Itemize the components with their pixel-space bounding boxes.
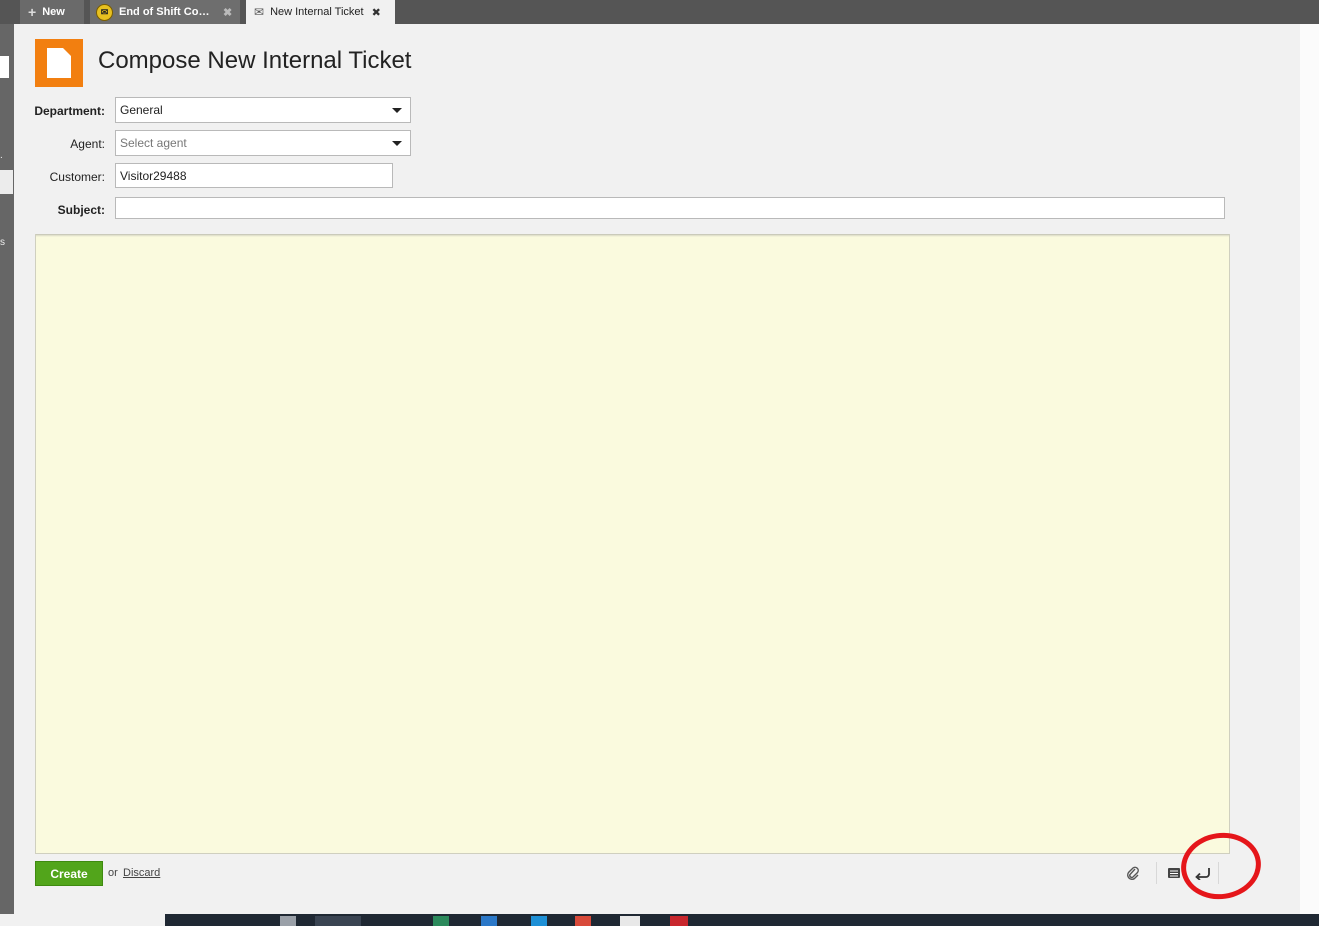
taskbar-icon[interactable] (575, 916, 591, 926)
close-icon[interactable]: ✖ (372, 6, 381, 19)
paperclip-icon[interactable] (1120, 862, 1146, 884)
tab-bar: + New ✉ End of Shift Com… ✖ ✉ New Intern… (0, 0, 1319, 24)
plus-icon: + (28, 4, 37, 20)
taskbar-icon[interactable] (481, 916, 497, 926)
customer-field[interactable]: Visitor29488 (115, 163, 393, 188)
agent-label: Agent: (70, 137, 105, 151)
agent-select[interactable]: Select agent (115, 130, 411, 156)
or-text: or (108, 867, 118, 879)
taskbar-icon[interactable] (280, 916, 296, 926)
create-button[interactable]: Create (35, 861, 103, 886)
tab-new[interactable]: + New (20, 0, 84, 24)
close-icon[interactable]: ✖ (223, 6, 232, 19)
document-icon (35, 39, 83, 87)
right-panel-edge (1300, 24, 1319, 914)
taskbar-icon[interactable] (433, 916, 449, 926)
mail-badge-icon: ✉ (96, 3, 113, 21)
department-value: General (120, 103, 163, 117)
os-taskbar (165, 914, 1319, 926)
toolbar-separator (1156, 862, 1157, 884)
taskbar-icon[interactable] (315, 916, 361, 926)
chevron-down-icon (392, 108, 402, 113)
customer-value: Visitor29488 (120, 168, 187, 183)
customer-label: Customer: (49, 170, 105, 184)
chevron-down-icon (392, 141, 402, 146)
tab-new-label: New (42, 6, 65, 18)
sidebar-glyph: s (0, 237, 5, 248)
tab-new-internal-ticket[interactable]: ✉ New Internal Ticket ✖ (246, 0, 395, 24)
taskbar-icon[interactable] (531, 916, 547, 926)
subject-label: Subject: (57, 203, 105, 217)
editor-shadow (36, 234, 1229, 237)
sidebar-field[interactable] (0, 56, 9, 78)
agent-placeholder: Select agent (120, 136, 187, 150)
department-select[interactable]: General (115, 97, 411, 123)
discard-link[interactable]: Discard (123, 867, 160, 879)
tab-new-internal-ticket-label: New Internal Ticket (270, 6, 364, 18)
taskbar-icon[interactable] (670, 916, 688, 926)
sidebar-glyph: . (0, 150, 3, 161)
sidebar-edge: . s (0, 24, 14, 914)
taskbar-icon[interactable] (620, 916, 640, 926)
subject-field[interactable] (115, 197, 1225, 219)
tab-end-of-shift-label: End of Shift Com… (119, 6, 215, 18)
department-label: Department: (34, 104, 105, 118)
tab-end-of-shift[interactable]: ✉ End of Shift Com… ✖ (90, 0, 240, 24)
envelope-pen-icon: ✉ (254, 5, 265, 19)
page-title: Compose New Internal Ticket (98, 47, 412, 74)
message-editor[interactable] (35, 234, 1230, 854)
